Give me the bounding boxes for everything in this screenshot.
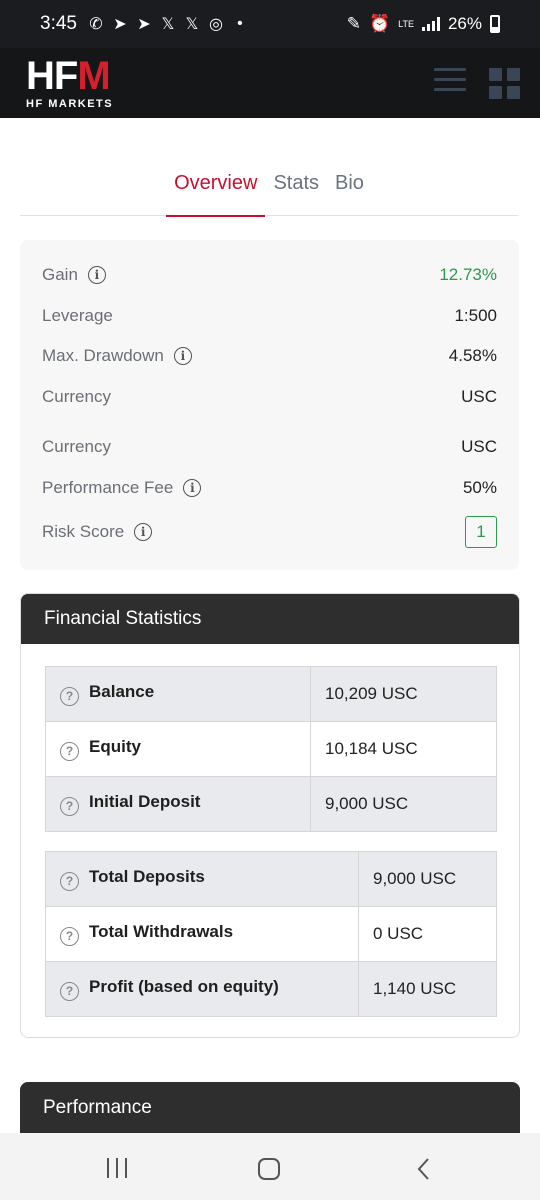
- help-icon[interactable]: ?: [60, 741, 79, 761]
- system-icons: ✎ ⏰ LTE 26%: [347, 14, 500, 34]
- alarm-icon: ⏰: [368, 14, 391, 33]
- overview-card: Gain i 12.73% Leverage 1:500 Max. Drawdow…: [20, 240, 519, 570]
- overview-row-max-drawdown: Max. Drawdown i 4.58%: [42, 343, 497, 369]
- tab-bio[interactable]: Bio: [327, 160, 372, 216]
- tab-bar: Overview Stats Bio: [20, 160, 518, 217]
- overview-row-currency-2: Currency USC: [42, 434, 497, 460]
- hamburger-menu-icon[interactable]: [434, 68, 466, 94]
- pen-icon: ✎: [346, 14, 361, 33]
- info-icon[interactable]: i: [134, 523, 153, 541]
- telegram-icon: ➤: [137, 16, 151, 33]
- signal-icon: [421, 17, 440, 31]
- currency-label: Currency: [42, 437, 111, 456]
- total-withdrawals-label: Total Withdrawals: [89, 922, 234, 942]
- home-icon[interactable]: [258, 1158, 280, 1180]
- initial-deposit-value: 9,000 USC: [310, 776, 497, 832]
- apps-grid-icon[interactable]: [489, 68, 520, 99]
- overview-row-risk-score: Risk Score i 1: [42, 515, 497, 549]
- performance-fee-value: 50%: [462, 478, 497, 497]
- financial-statistics-title: Financial Statistics: [21, 594, 519, 644]
- recent-apps-icon[interactable]: [107, 1158, 127, 1178]
- max-drawdown-value: 4.58%: [448, 346, 497, 365]
- more-dot-icon: •: [237, 15, 243, 32]
- system-nav-bar: [0, 1133, 540, 1200]
- profit-value: 1,140 USC: [358, 961, 497, 1017]
- stats-table-account: ? Balance 10,209 USC ? Equity 10,184 USC ?…: [45, 666, 497, 832]
- hfm-logo[interactable]: HFM HF MARKETS: [26, 56, 113, 110]
- help-icon[interactable]: ?: [60, 981, 79, 1001]
- total-withdrawals-value: 0 USC: [358, 906, 497, 962]
- risk-score-badge: 1: [465, 516, 497, 548]
- table-row: ? Total Withdrawals 0 USC: [45, 906, 497, 962]
- gain-label: Gain: [42, 265, 78, 284]
- balance-label: Balance: [89, 682, 155, 702]
- equity-value: 10,184 USC: [310, 721, 497, 777]
- logo-main: HFM: [26, 54, 111, 98]
- currency-value: USC: [461, 437, 497, 456]
- overview-row-gain: Gain i 12.73%: [42, 262, 497, 288]
- balance-value: 10,209 USC: [310, 666, 497, 722]
- network-type: LTE: [398, 18, 414, 29]
- leverage-value: 1:500: [454, 306, 497, 325]
- whatsapp-icon: ✆: [89, 16, 103, 33]
- help-icon[interactable]: ?: [60, 871, 79, 891]
- currency-value: USC: [461, 387, 497, 406]
- currency-label: Currency: [42, 387, 111, 406]
- x-icon: 𝕏: [161, 16, 175, 33]
- info-icon[interactable]: i: [173, 347, 192, 365]
- overview-row-currency: Currency USC: [42, 384, 497, 410]
- table-row: ? Total Deposits 9,000 USC: [45, 851, 497, 907]
- status-bar: 3:45 ✆ ➤ ➤ 𝕏 𝕏 ◎ • ✎ ⏰ LTE 26%: [0, 0, 540, 48]
- equity-label: Equity: [89, 737, 141, 757]
- help-icon[interactable]: ?: [60, 686, 79, 706]
- tab-overview[interactable]: Overview: [166, 160, 266, 217]
- performance-fee-label: Performance Fee: [42, 478, 174, 497]
- help-icon[interactable]: ?: [60, 926, 79, 946]
- leverage-label: Leverage: [42, 306, 113, 325]
- instagram-icon: ◎: [209, 16, 223, 33]
- telegram-icon: ➤: [113, 16, 127, 33]
- financial-statistics-card: Financial Statistics ? Balance 10,209 USC…: [20, 593, 520, 1038]
- battery-icon: [490, 15, 500, 33]
- back-icon[interactable]: [412, 1156, 438, 1182]
- table-row: ? Profit (based on equity) 1,140 USC: [45, 961, 497, 1017]
- max-drawdown-label: Max. Drawdown: [42, 346, 164, 365]
- table-row: ? Initial Deposit 9,000 USC: [45, 776, 497, 832]
- stats-table-transactions: ? Total Deposits 9,000 USC ? Total Withdra…: [45, 851, 497, 1017]
- table-row: ? Equity 10,184 USC: [45, 721, 497, 777]
- tab-stats[interactable]: Stats: [265, 160, 327, 216]
- overview-row-leverage: Leverage 1:500: [42, 303, 497, 329]
- notification-icons: ✆ ➤ ➤ 𝕏 𝕏 ◎ •: [87, 14, 249, 34]
- info-icon[interactable]: i: [87, 266, 106, 284]
- overview-row-performance-fee: Performance Fee i 50%: [42, 475, 497, 501]
- performance-title: Performance: [20, 1082, 520, 1134]
- battery-percent: 26%: [447, 14, 482, 33]
- profit-label: Profit (based on equity): [89, 977, 279, 997]
- info-icon[interactable]: i: [183, 479, 202, 497]
- help-icon[interactable]: ?: [60, 796, 79, 816]
- x-icon: 𝕏: [185, 16, 199, 33]
- table-row: ? Balance 10,209 USC: [45, 666, 497, 722]
- risk-score-label: Risk Score: [42, 522, 125, 541]
- status-time: 3:45: [40, 13, 77, 34]
- app-header: HFM HF MARKETS: [0, 48, 540, 118]
- total-deposits-value: 9,000 USC: [358, 851, 497, 907]
- logo-sub: HF MARKETS: [26, 98, 114, 110]
- initial-deposit-label: Initial Deposit: [89, 792, 201, 812]
- gain-value: 12.73%: [439, 265, 497, 284]
- total-deposits-label: Total Deposits: [89, 867, 205, 887]
